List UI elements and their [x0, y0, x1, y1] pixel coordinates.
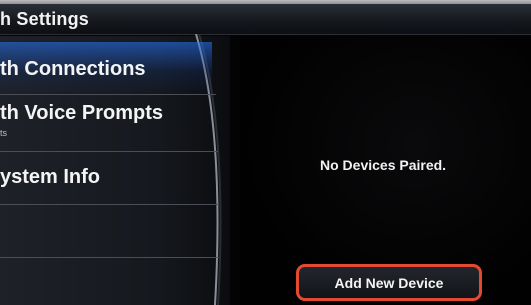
- menu-divider: [0, 257, 219, 258]
- menu-item-label: th Connections: [0, 58, 146, 80]
- menu-item-label: th Voice Prompts: [0, 102, 163, 124]
- page-title: h Settings: [0, 9, 90, 29]
- no-devices-status: No Devices Paired.: [320, 157, 447, 173]
- menu-item-voice-prompts[interactable]: th Voice Prompts ts: [0, 95, 214, 150]
- title-bar: h Settings: [0, 4, 531, 35]
- menu-item-empty: [0, 205, 219, 257]
- menu-item-system-info[interactable]: ystem Info: [0, 152, 218, 204]
- menu-item-sublabel: ts: [0, 128, 8, 138]
- infotainment-screen: h Settings th Connections th Voice Promp…: [0, 0, 531, 305]
- add-new-device-button[interactable]: Add New Device: [296, 264, 482, 301]
- menu-item-label: ystem Info: [0, 166, 101, 188]
- add-new-device-label: Add New Device: [334, 274, 444, 291]
- menu-item-connections[interactable]: th Connections: [0, 42, 212, 94]
